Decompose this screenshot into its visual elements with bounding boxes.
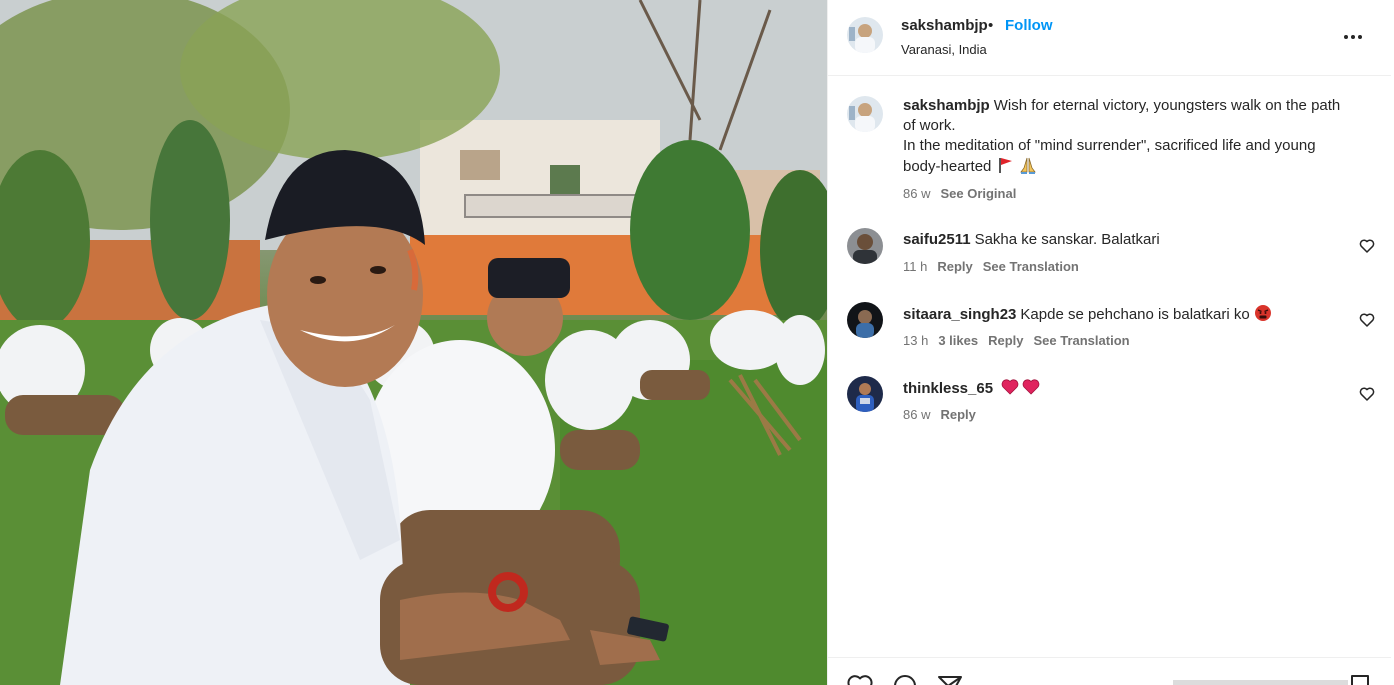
post-action-bar [828,657,1391,685]
commenter-avatar[interactable] [847,376,883,412]
toast-strip [1173,680,1348,685]
post-location[interactable]: Varanasi, India [901,42,987,57]
caption-age: 86 w [903,186,931,201]
comment-likes[interactable]: 3 likes [938,333,978,348]
comment-meta: 11 h Reply See Translation [903,259,1089,274]
like-comment-heart-icon[interactable] [1359,238,1375,254]
comment-text: thinkless_65 [903,378,1353,399]
commenter-avatar[interactable] [847,228,883,264]
commenter-avatar[interactable] [847,302,883,338]
post-detail-panel: sakshambjp • Follow Varanasi, India saks… [827,0,1394,685]
comment-username[interactable]: thinkless_65 [903,380,993,397]
comment-username[interactable]: sitaara_singh23 [903,306,1016,323]
like-comment-heart-icon[interactable] [1359,386,1375,402]
like-comment-heart-icon[interactable] [1359,312,1375,328]
comment-bubble-icon[interactable] [891,672,919,685]
folded-hands-icon [1019,157,1036,174]
comment-age: 13 h [903,333,929,348]
reply-button[interactable]: Reply [937,259,972,274]
comment-meta: 13 h 3 likes Reply See Translation [903,333,1140,348]
more-options-icon[interactable] [1342,28,1364,46]
see-translation-link[interactable]: See Translation [1033,333,1129,348]
comment-text: sitaara_singh23 Kapde se pehchano is bala… [903,304,1353,325]
caption-text: sakshambjp Wish for eternal victory, youn… [903,96,1353,177]
reply-button[interactable]: Reply [940,407,975,422]
reply-button[interactable]: Reply [988,333,1023,348]
see-translation-link[interactable]: See Translation [983,259,1079,274]
author-username[interactable]: sakshambjp [901,17,988,34]
caption-avatar[interactable] [847,96,883,132]
comment-body: Kapde se pehchano is balatkari ko [1020,306,1250,323]
angry-face-icon [1254,305,1271,321]
comment-meta: 86 w Reply [903,407,986,422]
comment-age: 11 h [903,259,928,274]
flag-icon [998,158,1012,173]
save-bookmark-icon[interactable] [1346,672,1374,685]
comment-age: 86 w [903,407,931,422]
caption-line-2: In the meditation of "mind surrender", s… [903,137,1316,175]
caption-meta: 86 w See Original [903,186,1026,201]
post-header: sakshambjp • Follow Varanasi, India [828,0,1391,76]
separator-dot: • [988,17,994,34]
like-post-heart-icon[interactable] [846,672,874,685]
see-original-link[interactable]: See Original [940,186,1016,201]
share-send-icon[interactable] [936,672,964,685]
follow-button[interactable]: Follow [1005,17,1053,34]
post-photo[interactable] [0,0,827,685]
author-avatar[interactable] [847,17,883,53]
caption-username[interactable]: sakshambjp [903,97,990,114]
photo-illustration [0,0,827,685]
comment-text: saifu2511 Sakha ke sanskar. Balatkari [903,230,1353,250]
comment-username[interactable]: saifu2511 [903,231,971,248]
two-hearts-icon [1001,379,1040,395]
comment-body: Sakha ke sanskar. Balatkari [974,231,1160,248]
